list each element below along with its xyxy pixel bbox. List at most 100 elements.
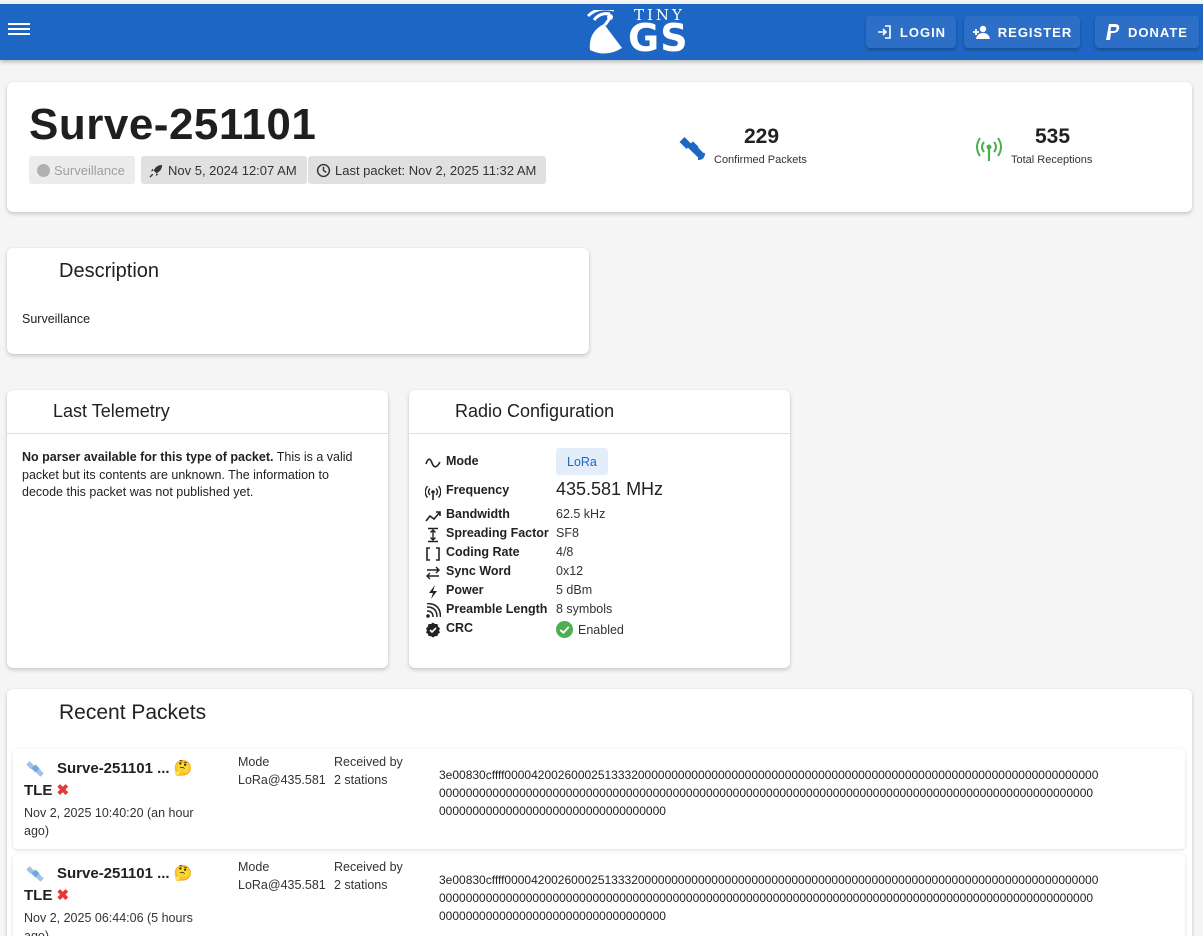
- total-receptions-count: 535: [1035, 125, 1071, 148]
- description-title: Description: [59, 260, 160, 282]
- description-text: Surveillance: [22, 312, 91, 326]
- logo-gs-text: GS: [628, 16, 689, 60]
- power-label: Power: [446, 583, 484, 597]
- packet-tle: TLE ✖: [24, 886, 69, 904]
- paypal-icon: [1106, 24, 1120, 40]
- mode-chip: LoRa: [556, 448, 608, 475]
- packet-received-label: Received by: [334, 755, 403, 769]
- register-button[interactable]: REGISTER: [964, 16, 1080, 48]
- radio-row-mode: Mode LoRa: [425, 448, 785, 475]
- coding-rate-value: 4/8: [556, 545, 574, 559]
- crc-label: CRC: [446, 621, 474, 635]
- bandwidth-value: 62.5 kHz: [556, 507, 606, 521]
- radio-row-frequency: Frequency 435.581 MHz: [425, 479, 785, 501]
- total-receptions-label: Total Receptions: [1011, 154, 1093, 166]
- divider: [409, 433, 790, 434]
- register-label: REGISTER: [997, 24, 1073, 40]
- tle-text: TLE: [24, 887, 53, 904]
- app-bar: TINY GS LOGIN REGISTER DONATE: [0, 4, 1203, 60]
- brackets-icon: [426, 547, 440, 561]
- packet-mode-label: Mode: [238, 755, 270, 769]
- radio-config-card: Radio Configuration Mode LoRa Frequency …: [409, 390, 790, 668]
- donate-button[interactable]: DONATE: [1095, 16, 1199, 48]
- launch-date-chip: Nov 5, 2024 12:07 AM: [141, 156, 307, 184]
- login-button[interactable]: LOGIN: [866, 16, 956, 48]
- packet-name-text: Surve-251101 ...: [57, 865, 170, 882]
- tinygs-logo[interactable]: TINY GS: [586, 6, 696, 60]
- packet-satellite-name: Surve-251101 ... 🤔: [57, 759, 192, 777]
- status-chip-label: Surveillance: [54, 162, 125, 178]
- packet-hex-data: 3e00830cffff0000420026000251333200000000…: [439, 873, 1099, 923]
- last-packet-label: Last packet: Nov 2, 2025 11:32 AM: [335, 162, 537, 178]
- verified-badge-icon: [426, 622, 440, 638]
- recent-packets-card: Recent Packets Surve-251101 ... 🤔 TLE ✖ …: [7, 689, 1192, 936]
- preamble-length-value: 8 symbols: [556, 602, 613, 616]
- packet-received-value: 2 stations: [334, 878, 388, 892]
- telemetry-text: No parser available for this type of pac…: [22, 449, 367, 502]
- tle-text: TLE: [24, 782, 53, 799]
- clock-icon: [316, 163, 331, 177]
- menu-icon[interactable]: [8, 20, 30, 42]
- antenna-icon: [976, 137, 1002, 161]
- crc-value: Enabled: [556, 621, 624, 638]
- sync-word-value: 0x12: [556, 564, 584, 578]
- satellite-icon: [26, 866, 44, 882]
- cross-mark-icon: ✖: [56, 782, 70, 799]
- launch-date-label: Nov 5, 2024 12:07 AM: [168, 162, 297, 178]
- packet-mode-label: Mode: [238, 860, 270, 874]
- mode-label: Mode: [446, 454, 479, 468]
- packet-name-text: Surve-251101 ...: [57, 760, 170, 777]
- broadcast-icon: [425, 485, 441, 500]
- confirmed-packets-count: 229: [744, 125, 780, 148]
- radio-row-bandwidth: Bandwidth 62.5 kHz: [425, 507, 785, 525]
- satellite-icon: [26, 761, 44, 777]
- status-dot-icon: [37, 163, 50, 177]
- satellite-dish-icon: [586, 10, 622, 54]
- cross-mark-icon: ✖: [56, 887, 70, 904]
- packet-date: Nov 2, 2025 10:40:20 (an hour ago): [24, 806, 194, 838]
- radio-row-preamble-length: Preamble Length 8 symbols: [425, 602, 785, 620]
- recent-packets-title: Recent Packets: [59, 701, 207, 724]
- bandwidth-label: Bandwidth: [446, 507, 510, 521]
- radio-row-crc: CRC Enabled: [425, 621, 785, 639]
- sine-wave-icon: [425, 458, 441, 468]
- page-title: Surve-251101: [29, 100, 317, 149]
- swap-arrows-icon: [426, 566, 440, 580]
- lightning-icon: [429, 585, 437, 599]
- packet-date: Nov 2, 2025 06:44:06 (5 hours ago): [24, 911, 193, 936]
- telemetry-title: Last Telemetry: [53, 401, 170, 421]
- preamble-length-label: Preamble Length: [446, 602, 548, 616]
- packet-received-value: 2 stations: [334, 773, 388, 787]
- radio-row-power: Power 5 dBm: [425, 583, 785, 601]
- check-circle-icon: [556, 621, 573, 638]
- last-packet-chip: Last packet: Nov 2, 2025 11:32 AM: [308, 156, 547, 184]
- status-chip: Surveillance: [29, 156, 135, 184]
- thinking-face-icon: 🤔: [173, 760, 193, 777]
- login-label: LOGIN: [899, 24, 947, 40]
- thinking-face-icon: 🤔: [173, 865, 193, 882]
- vertical-expand-icon: [428, 527, 438, 543]
- description-card: Description Surveillance: [7, 248, 589, 354]
- add-person-icon: [972, 25, 990, 39]
- satellite-header-card: Surve-251101 Surveillance Nov 5, 2024 12…: [7, 82, 1192, 212]
- confirmed-packets-label: Confirmed Packets: [714, 154, 807, 166]
- spreading-factor-value: SF8: [556, 526, 579, 540]
- crc-value-text: Enabled: [578, 622, 624, 637]
- packet-hex-data: 3e00830cffff0000420026000251333200000000…: [439, 768, 1099, 818]
- frequency-value: 435.581 MHz: [556, 479, 664, 499]
- rss-icon: [426, 603, 441, 618]
- radio-row-sync-word: Sync Word 0x12: [425, 564, 785, 582]
- radio-row-spreading-factor: Spreading Factor SF8: [425, 526, 785, 544]
- radio-row-coding-rate: Coding Rate 4/8: [425, 545, 785, 563]
- radio-config-title: Radio Configuration: [455, 401, 615, 421]
- packet-mode-value: LoRa@435.581: [238, 773, 326, 787]
- telemetry-card: Last Telemetry No parser available for t…: [7, 390, 388, 668]
- telemetry-bold-text: No parser available for this type of pac…: [22, 450, 274, 464]
- sync-word-label: Sync Word: [446, 564, 512, 578]
- packet-item[interactable]: Surve-251101 ... 🤔 TLE ✖ Nov 2, 2025 06:…: [13, 854, 1185, 936]
- packet-tle: TLE ✖: [24, 781, 69, 799]
- rocket-icon: [149, 164, 163, 178]
- spreading-factor-label: Spreading Factor: [446, 526, 549, 540]
- packet-item[interactable]: Surve-251101 ... 🤔 TLE ✖ Nov 2, 2025 10:…: [13, 749, 1185, 849]
- packet-satellite-name: Surve-251101 ... 🤔: [57, 864, 192, 882]
